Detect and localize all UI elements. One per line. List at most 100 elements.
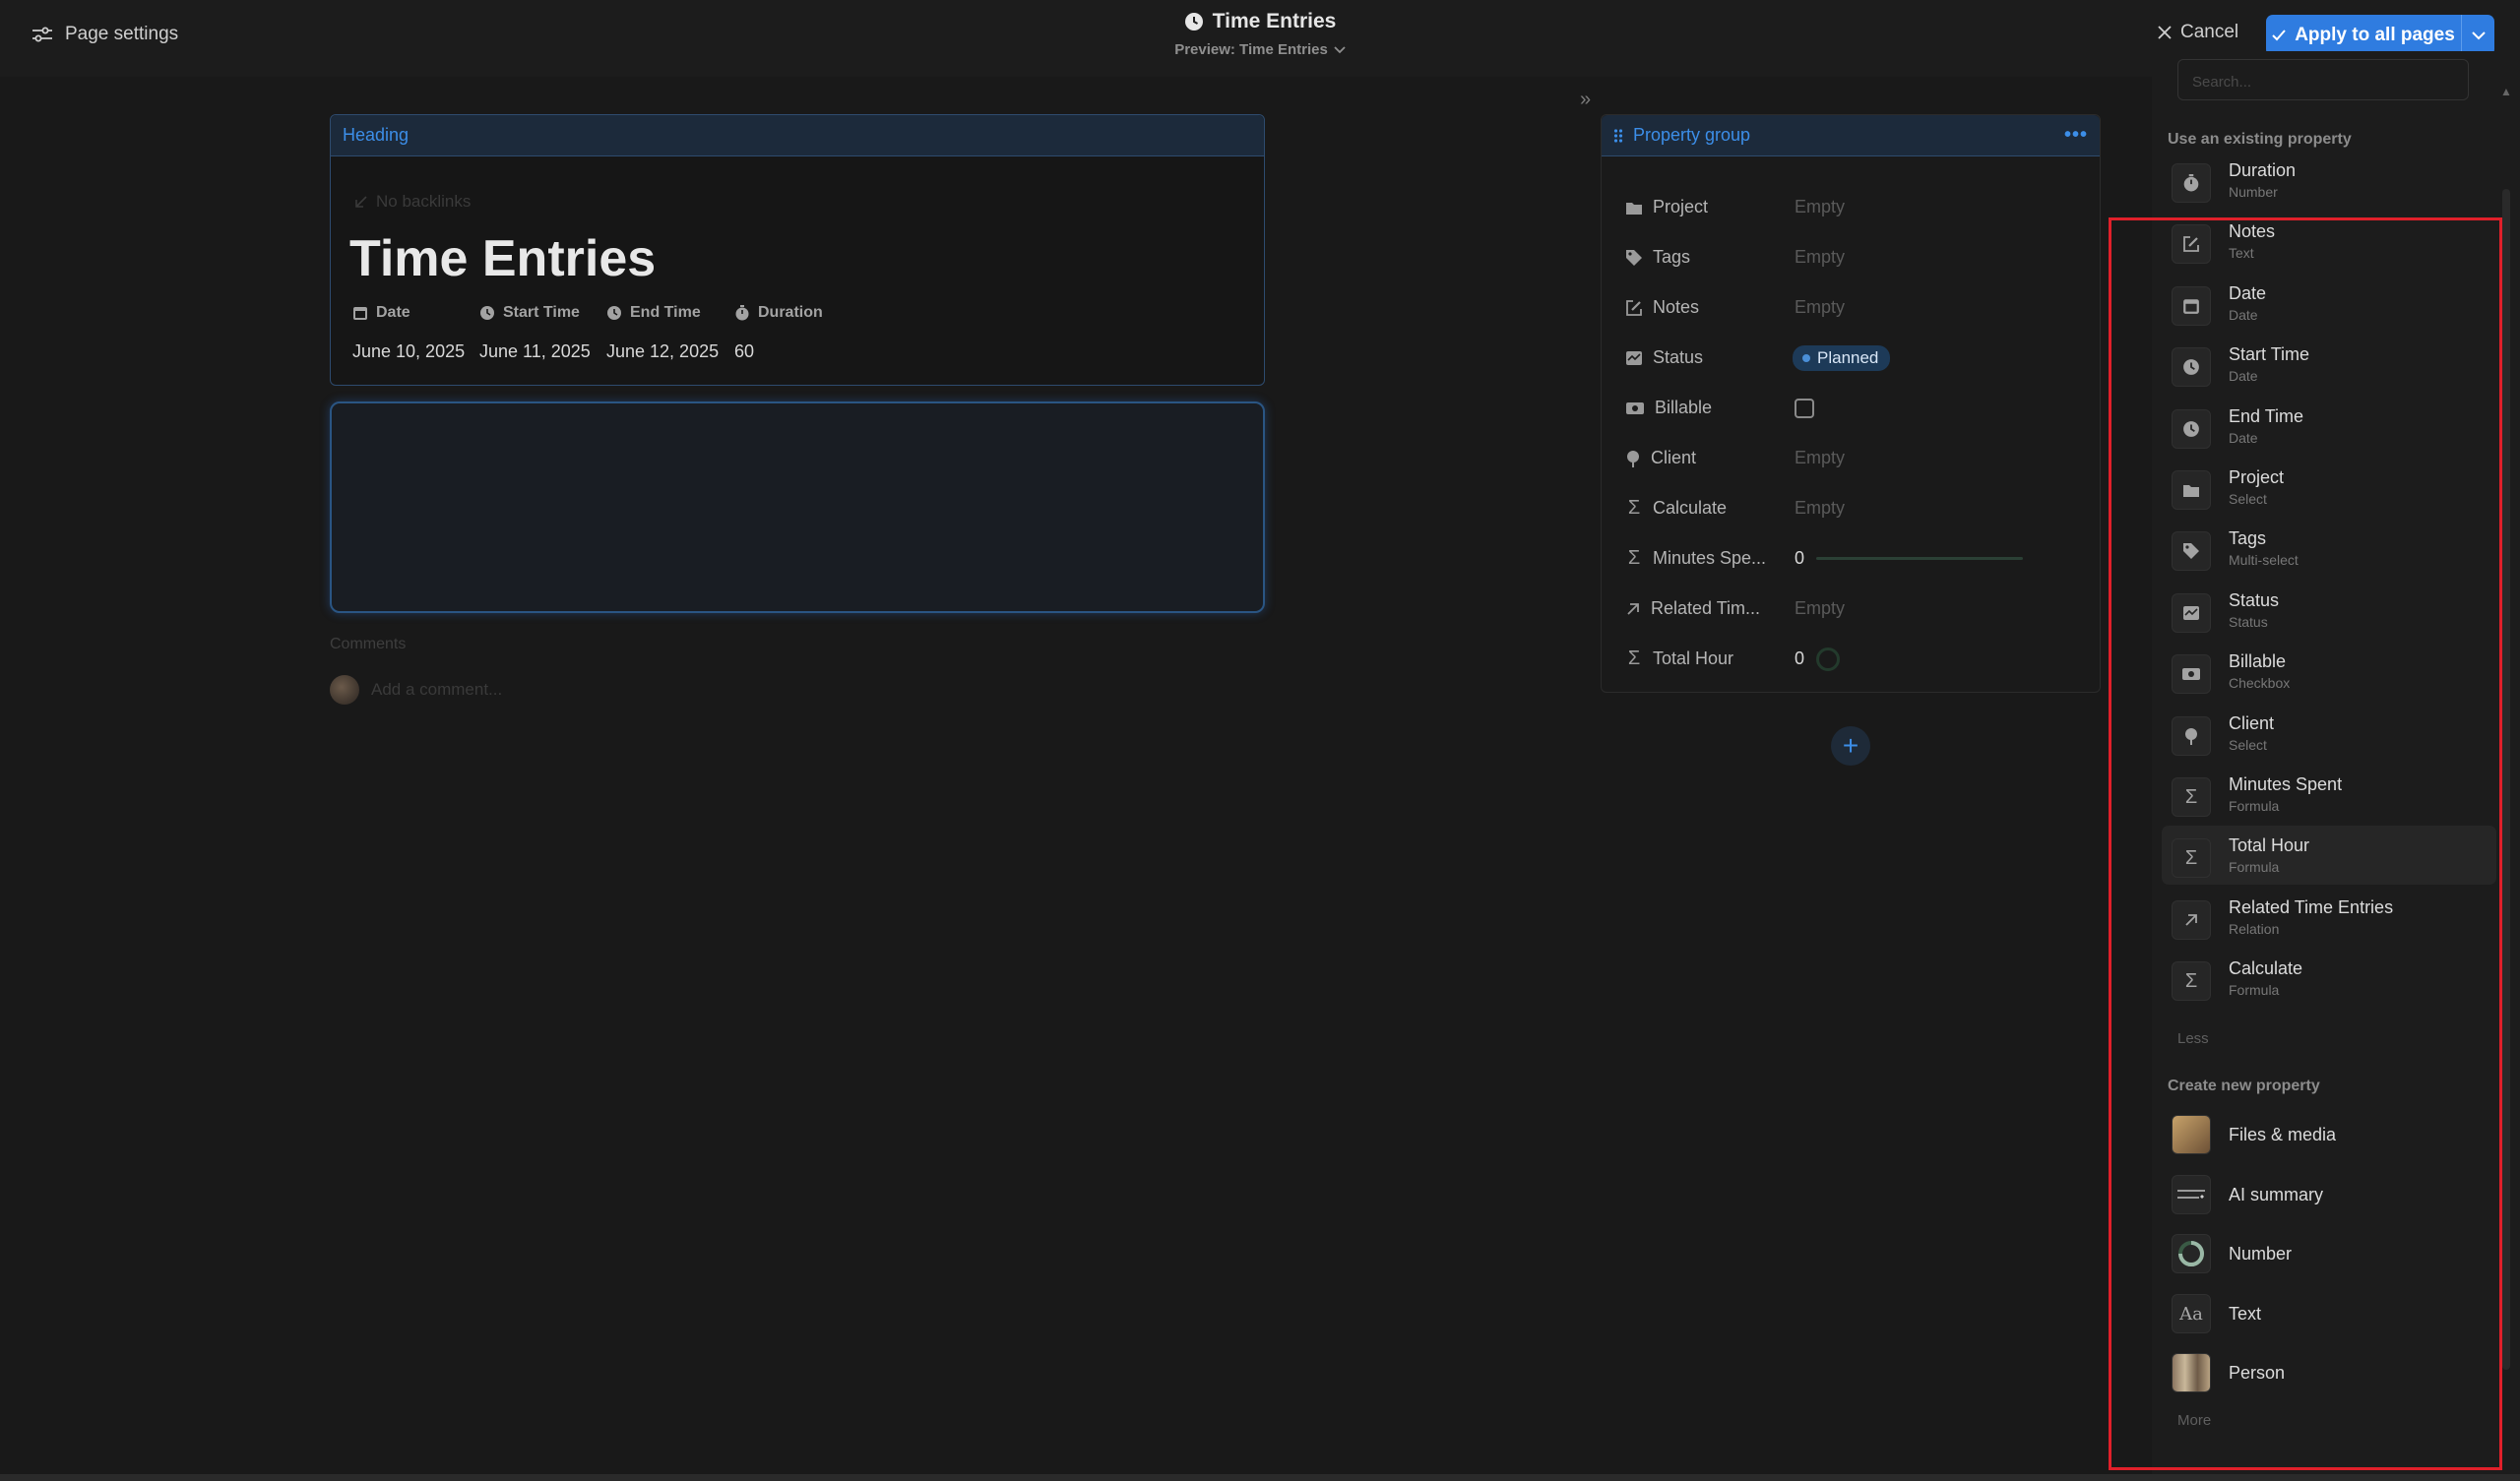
property-name: Duration [2229,160,2297,180]
calendar-icon [352,305,368,321]
pg-row-name: Client [1651,448,1697,467]
chevron-down-icon [2471,31,2486,40]
cancel-label: Cancel [2180,22,2239,42]
pg-row-name: Status [1653,347,1704,367]
prop-date[interactable]: Date June 10, 2025 [352,304,465,362]
page-title: Time Entries [1212,10,1337,32]
pg-row-status[interactable]: Status Planned [1602,333,2100,383]
stopwatch-icon [2172,163,2211,203]
status-dot [1802,353,1810,362]
page-settings-button[interactable]: Page settings [32,24,178,45]
clock-icon [606,305,622,321]
highlight-annotation-box [2109,217,2502,1470]
property-type: Number [2229,184,2278,200]
pg-row-value: Empty [1795,498,1846,518]
pg-row-value: Empty [1795,197,1846,216]
tag-icon [1625,249,1643,267]
prop-end-time[interactable]: End Time June 12, 2025 [606,304,719,362]
heading-block[interactable]: Heading No backlinks Time Entries Date J… [330,114,1265,386]
money-icon [1625,401,1645,415]
prop-value: 60 [734,341,755,361]
add-comment-row[interactable]: Add a comment... [330,675,502,705]
search-placeholder: Search... [2192,74,2252,91]
pg-row-value: Empty [1795,448,1846,467]
prop-value: June 10, 2025 [352,341,466,361]
top-bar: Page settings Time Entries Preview: Time… [0,0,2520,77]
clock-icon [1184,12,1204,31]
sliders-icon [32,26,53,43]
pg-row-client[interactable]: Client Empty [1602,433,2100,483]
add-comment-placeholder: Add a comment... [371,680,503,699]
arrow-up-right-icon [1625,601,1641,617]
property-search-input[interactable]: Search... [2177,59,2469,100]
apply-to-all-pages-button[interactable]: Apply to all pages [2266,15,2461,56]
prop-name: End Time [630,304,701,321]
pg-row-name: Project [1653,197,1709,216]
pg-row-total-hour[interactable]: Σ Total Hour 0 [1602,634,2100,684]
prop-name: Start Time [503,304,580,321]
prop-duration[interactable]: Duration 60 [734,304,823,362]
arrow-down-left-icon [354,195,368,209]
apply-button-group: Apply to all pages [2266,15,2494,56]
more-options-icon[interactable]: ••• [2064,124,2088,147]
pg-row-name: Billable [1655,398,1713,417]
status-badge[interactable]: Planned [1793,344,1891,371]
apply-options-button[interactable] [2461,15,2494,56]
prop-name: Date [376,304,410,321]
preview-dropdown[interactable]: Preview: Time Entries [1162,41,1358,58]
sigma-icon: Σ [1627,648,1641,669]
clock-icon [479,305,495,321]
pg-row-name: Related Tim... [1651,598,1761,618]
backlinks: No backlinks [354,192,471,212]
cancel-button[interactable]: Cancel [2158,22,2238,43]
avatar [330,675,359,705]
pin-icon [1625,450,1641,467]
collapse-panel-button[interactable]: » [1580,89,1591,111]
close-icon [2158,26,2172,39]
double-chevron-right-icon: » [1580,89,1592,110]
existing-property-duration[interactable]: Duration Number [2162,151,2496,210]
backlinks-label: No backlinks [376,192,472,211]
pg-row-name: Total Hour [1653,648,1734,668]
heading-label: Heading [331,115,1264,156]
prop-value: June 12, 2025 [606,341,720,361]
comments-label: Comments [330,636,407,652]
status-icon [1625,350,1643,366]
pg-row-calculate[interactable]: Σ Calculate Empty [1602,483,2100,533]
pg-row-value: 0 [1795,648,1805,668]
pg-row-name: Calculate [1653,498,1728,518]
property-group-label: Property group [1633,125,1751,145]
pg-row-project[interactable]: Project Empty [1602,182,2100,232]
pg-row-value: Empty [1795,297,1846,317]
prop-start-time[interactable]: Start Time June 11, 2025 [479,304,591,362]
apply-label: Apply to all pages [2295,25,2455,45]
chevron-down-icon [1334,45,1346,54]
total-hour-progress-ring [1816,648,1840,671]
pg-row-billable[interactable]: Billable [1602,383,2100,433]
pg-row-tags[interactable]: Tags Empty [1602,232,2100,282]
drag-handle-icon[interactable] [1613,128,1623,144]
property-group-block[interactable]: Property group ••• Project Empty Tags Em… [1601,114,2101,693]
pg-row-name: Notes [1653,297,1700,317]
page-body-block[interactable] [330,401,1265,613]
pg-row-value: Empty [1795,247,1846,267]
pg-row-name: Minutes Spe... [1653,548,1767,568]
pg-row-related-time-entries[interactable]: Related Tim... Empty [1602,584,2100,634]
stopwatch-icon [734,305,750,321]
scroll-up-arrow-icon[interactable]: ▲ [2500,85,2512,98]
pg-row-name: Tags [1653,247,1691,267]
billable-checkbox[interactable] [1795,398,1814,418]
pg-row-value: 0 [1795,548,1805,568]
preview-label: Preview: Time Entries [1174,41,1328,58]
plus-icon: + [1842,730,1859,761]
prop-name: Duration [758,304,823,321]
existing-section-label: Use an existing property [2168,131,2352,148]
sigma-icon: Σ [1627,497,1641,519]
page-title-area: Time Entries Preview: Time Entries [1162,10,1358,58]
sidebar-scrollbar[interactable] [2502,189,2510,1370]
add-block-button[interactable]: + [1831,726,1870,766]
page-settings-label: Page settings [65,24,179,44]
pg-row-notes[interactable]: Notes Empty [1602,282,2100,333]
status-badge-label: Planned [1817,347,1879,367]
pg-row-minutes-spent[interactable]: Σ Minutes Spe... 0 [1602,533,2100,584]
